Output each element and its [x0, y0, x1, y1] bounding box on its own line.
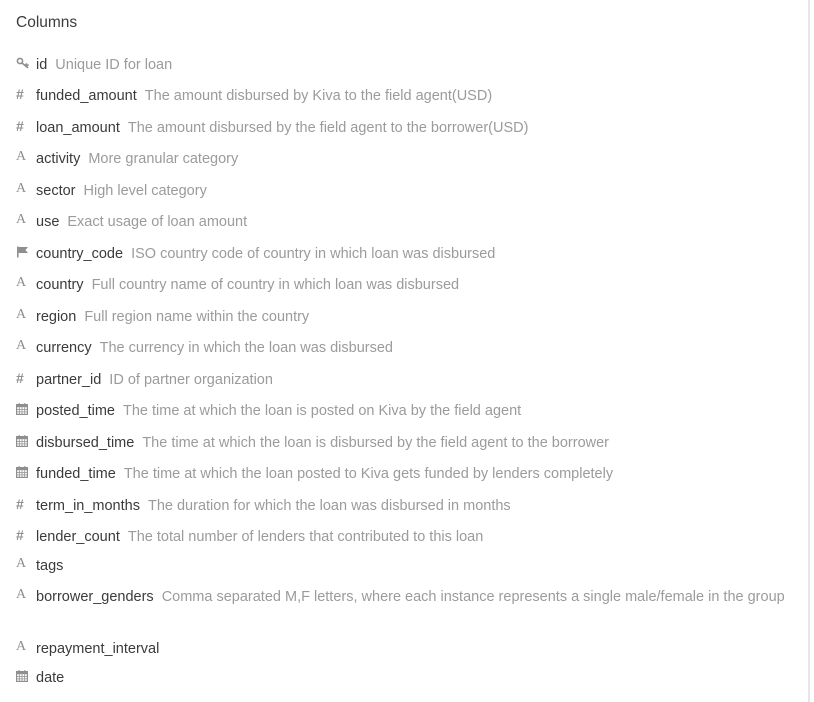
column-row: # lender_count The total number of lenders… [16, 526, 786, 549]
column-name: funded_time [36, 466, 116, 482]
column-name: region [36, 309, 77, 325]
column-text: sector High level category [36, 180, 786, 203]
column-text: date [36, 667, 786, 690]
column-text: posted_time The time at which the loan is… [36, 400, 786, 423]
column-row: Arepayment_interval [16, 638, 786, 661]
column-description: ID of partner organization [109, 372, 273, 388]
text-type-icon: A [16, 555, 27, 571]
column-description: Full country name of country in which lo… [91, 277, 460, 293]
text-type-icon: A [16, 337, 27, 353]
column-text: funded_time The time at which the loan po… [36, 463, 786, 486]
column-name: posted_time [36, 403, 115, 419]
column-name: currency [36, 340, 92, 356]
text-type-icon: A [16, 211, 27, 227]
column-name: activity [36, 151, 81, 167]
column-name: lender_count [36, 529, 120, 545]
calendar-icon [16, 429, 36, 452]
column-name: funded_amount [36, 88, 137, 104]
column-row: Atags [16, 555, 786, 578]
column-description: Exact usage of loan amount [67, 214, 248, 230]
column-name: term_in_months [36, 498, 140, 514]
column-description: ISO country code of country in which loa… [131, 246, 496, 262]
column-text: partner_id ID of partner organization [36, 369, 786, 392]
column-description: More granular category [88, 151, 239, 167]
column-row: Acurrency The currency in which the loan … [16, 337, 786, 360]
column-text: funded_amount The amount disbursed by Kiv… [36, 85, 786, 108]
column-name: loan_amount [36, 120, 120, 136]
hash-icon: # [16, 495, 24, 512]
column-row: disbursed_time The time at which the loan… [16, 432, 786, 455]
text-type-icon: A [16, 274, 27, 290]
column-name: partner_id [36, 372, 102, 388]
column-row: date [16, 667, 786, 690]
column-description: The time at which the loan is disbursed … [142, 435, 610, 451]
column-row: Asector High level category [16, 180, 786, 203]
column-row: Aregion Full region name within the count… [16, 306, 786, 329]
column-row: Acountry Full country name of country in … [16, 274, 786, 297]
column-description: The duration for which the loan was disb… [147, 498, 511, 514]
column-text: loan_amount The amount disbursed by the f… [36, 117, 786, 140]
column-description: The amount disbursed by Kiva to the fiel… [144, 88, 493, 104]
column-description: Full region name within the country [84, 309, 310, 325]
column-name: country_code [36, 246, 124, 262]
column-text: activity More granular category [36, 148, 786, 171]
text-type-icon: A [16, 638, 27, 654]
column-row: id Unique ID for loan [16, 54, 786, 77]
column-row: Aactivity More granular category [16, 148, 786, 171]
column-description: The time at which the loan posted to Kiv… [123, 466, 614, 482]
panel-title: Columns [16, 14, 78, 31]
column-text: term_in_months The duration for which the… [36, 495, 786, 518]
column-description: Unique ID for loan [55, 57, 173, 73]
column-row: country_code ISO country code of country … [16, 243, 786, 266]
column-row: # loan_amount The amount disbursed by the … [16, 117, 786, 140]
calendar-icon [16, 460, 36, 483]
column-text: currency The currency in which the loan w… [36, 337, 786, 360]
calendar-icon [16, 397, 36, 420]
column-description: High level category [83, 183, 207, 199]
column-row: # partner_id ID of partner organization [16, 369, 786, 392]
column-text: borrower_genders Comma separated M,F lett… [36, 586, 786, 609]
column-text: region Full region name within the countr… [36, 306, 786, 329]
column-description: The currency in which the loan was disbu… [99, 340, 393, 356]
column-name: sector [36, 183, 76, 199]
column-text: country_code ISO country code of country … [36, 243, 786, 266]
column-text: disbursed_time The time at which the loan… [36, 432, 786, 455]
column-row: Aborrower_genders Comma separated M,F let… [16, 586, 786, 609]
column-text: repayment_interval [36, 638, 786, 661]
column-name: date [36, 670, 65, 686]
text-type-icon: A [16, 586, 27, 602]
column-text: tags [36, 555, 786, 578]
hash-icon: # [16, 117, 24, 134]
column-description: The time at which the loan is posted on … [123, 403, 522, 419]
column-name: use [36, 214, 60, 230]
key-icon [16, 51, 36, 74]
column-row: posted_time The time at which the loan is… [16, 400, 786, 423]
column-name: disbursed_time [36, 435, 135, 451]
column-text: country Full country name of country in w… [36, 274, 786, 297]
hash-icon: # [16, 369, 24, 386]
flag-icon [16, 240, 36, 263]
column-name: id [36, 57, 48, 73]
column-row: Ause Exact usage of loan amount [16, 211, 786, 234]
column-row: # funded_amount The amount disbursed by Ki… [16, 85, 786, 108]
column-name: borrower_genders [36, 589, 154, 605]
text-type-icon: A [16, 148, 27, 164]
columns-panel: Columns id Unique ID for loan # funded_amou… [0, 0, 810, 702]
column-description: The amount disbursed by the field agent … [127, 120, 529, 136]
column-description: Comma separated M,F letters, where each … [161, 589, 785, 605]
column-name: repayment_interval [36, 641, 160, 657]
calendar-icon [16, 664, 36, 687]
hash-icon: # [16, 85, 24, 102]
hash-icon: # [16, 526, 24, 543]
column-name: tags [36, 558, 64, 574]
column-description: The total number of lenders that contrib… [127, 529, 484, 545]
column-row: # term_in_months The duration for which th… [16, 495, 786, 518]
column-name: country [36, 277, 84, 293]
column-row: funded_time The time at which the loan po… [16, 463, 786, 486]
text-type-icon: A [16, 306, 27, 322]
text-type-icon: A [16, 180, 27, 196]
column-text: id Unique ID for loan [36, 54, 786, 77]
column-text: use Exact usage of loan amount [36, 211, 786, 234]
column-text: lender_count The total number of lenders … [36, 526, 786, 549]
